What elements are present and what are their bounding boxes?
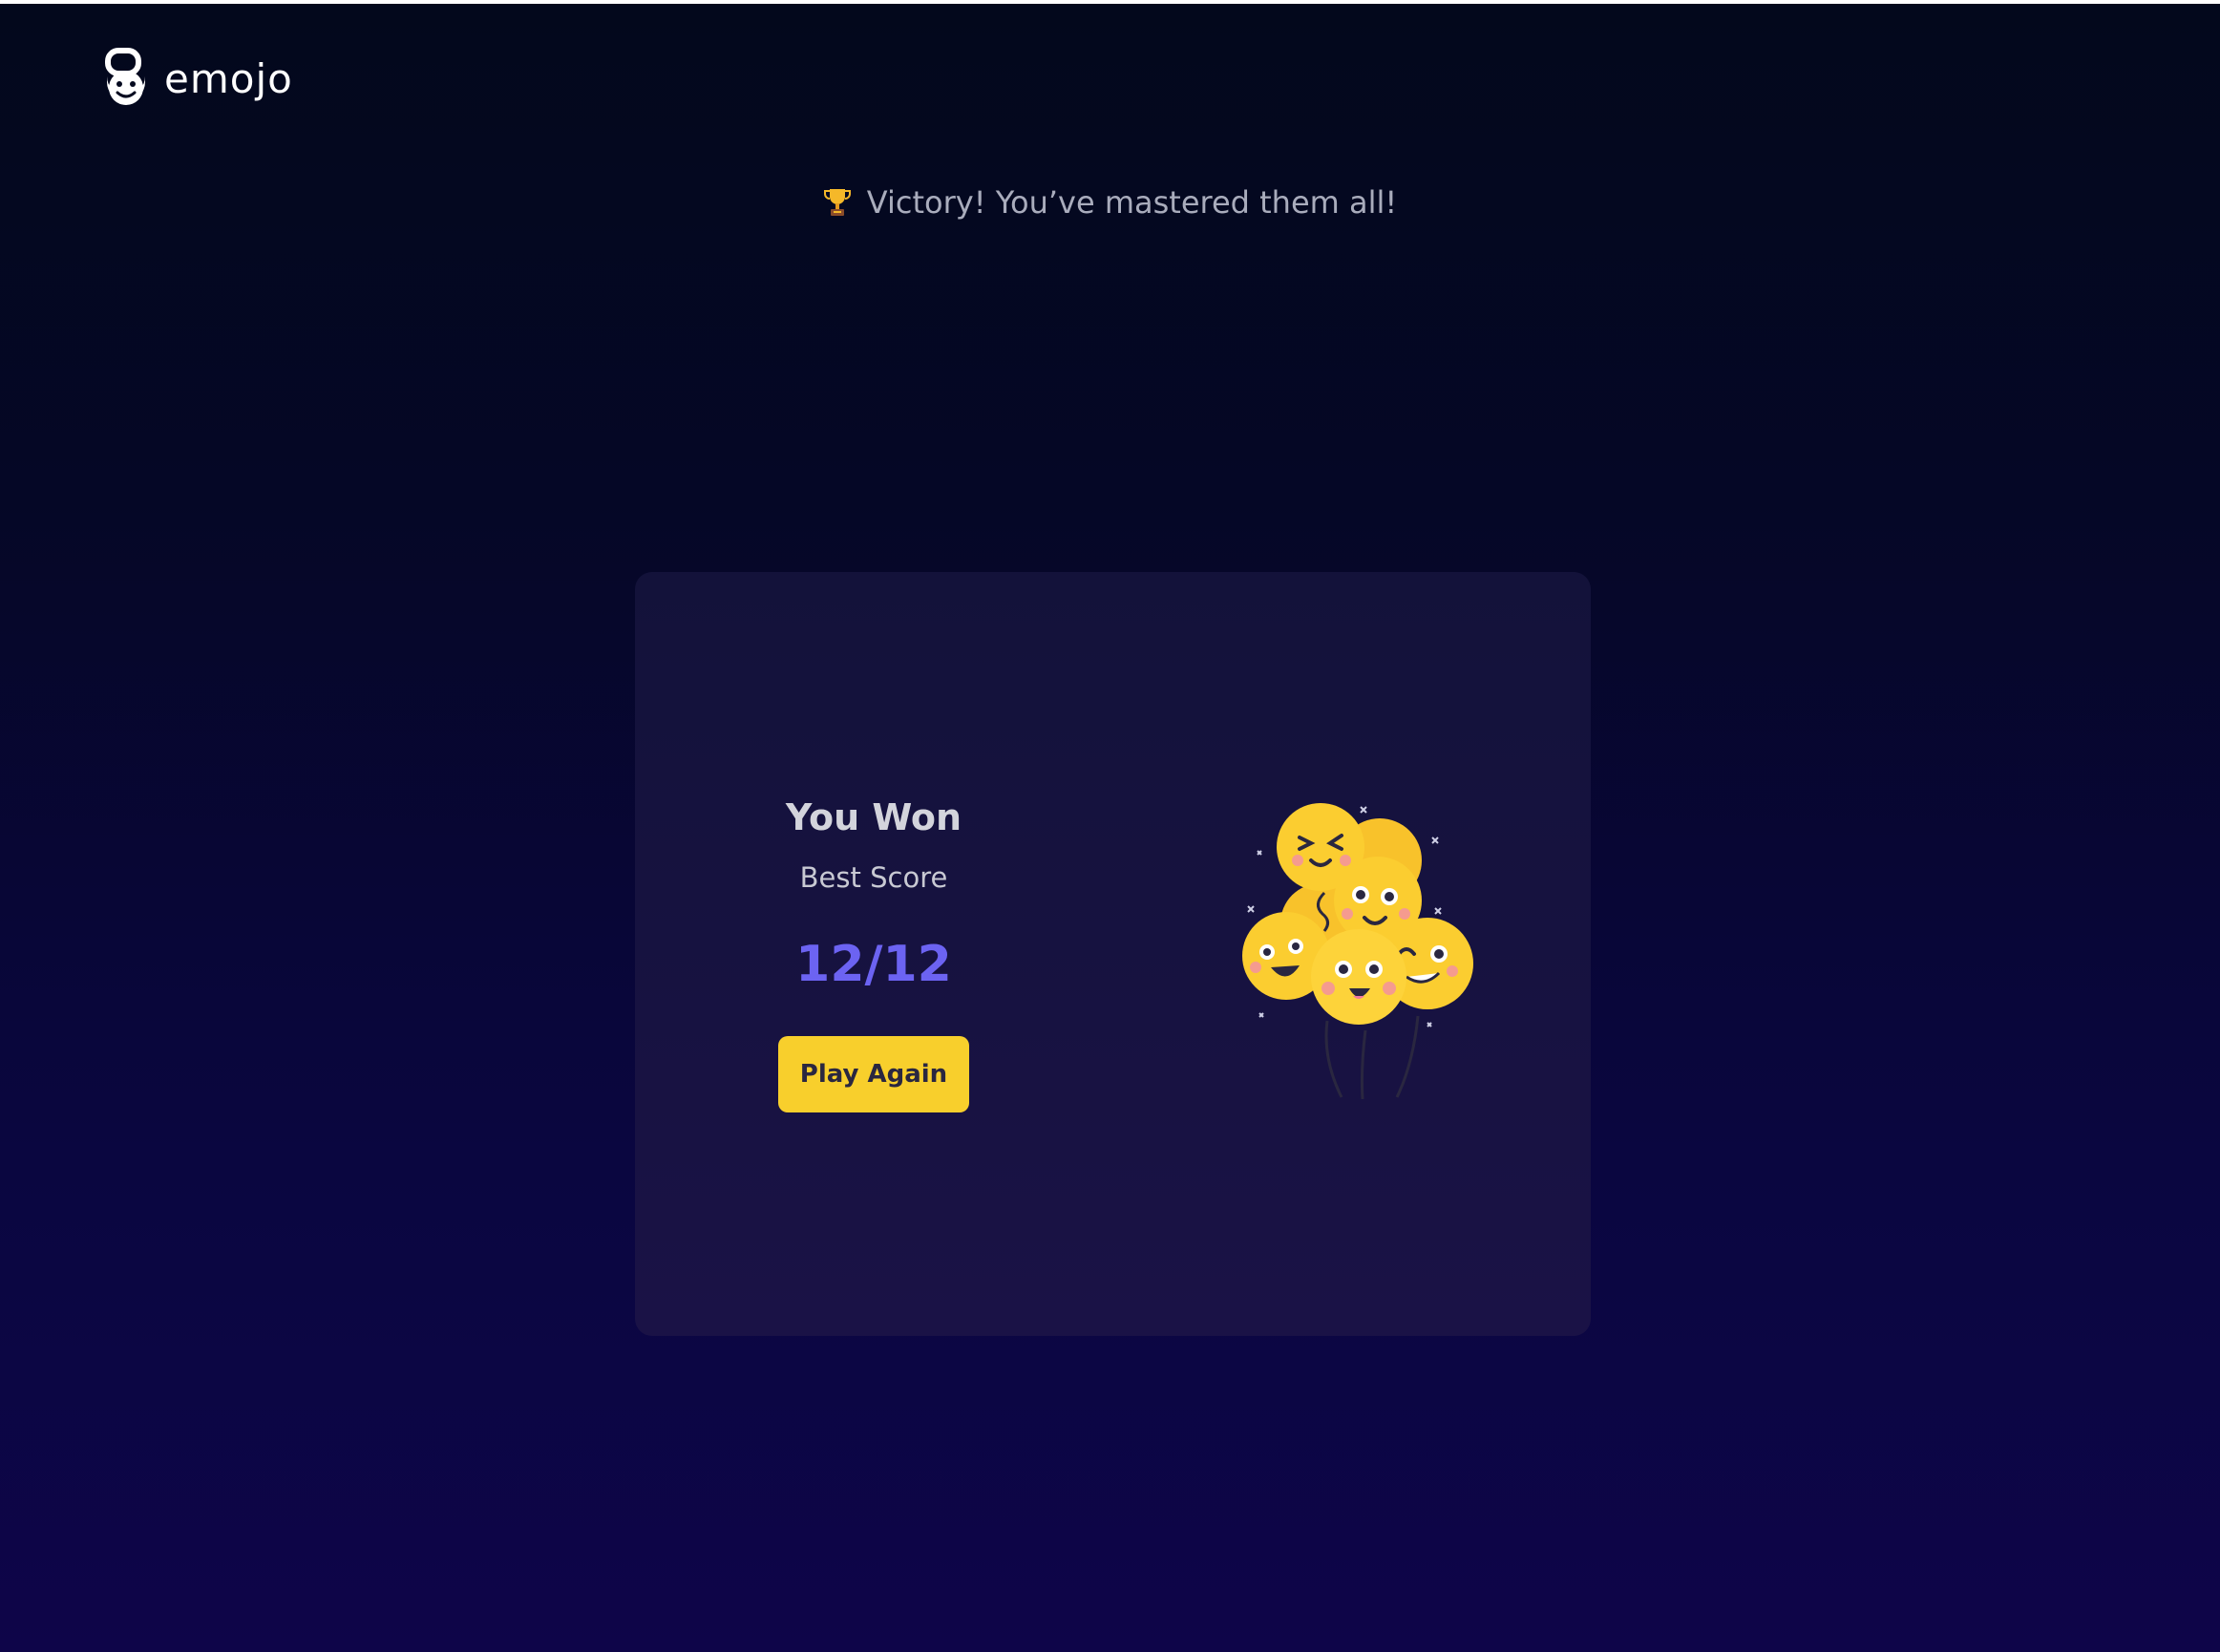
balloon-string	[1324, 1020, 1343, 1098]
result-card: You Won Best Score 12/12 Play Again	[635, 572, 1591, 1336]
emoji-balloons-illustration	[1242, 803, 1473, 1100]
emojo-logo-icon	[105, 48, 145, 105]
victory-message: Victory! You’ve mastered them all!	[866, 184, 1398, 221]
balloon-string	[1360, 1029, 1367, 1100]
trophy-icon	[823, 189, 851, 216]
window-top-border	[0, 0, 2220, 4]
result-title: You Won	[785, 796, 962, 838]
best-score-label: Best Score	[799, 861, 948, 894]
victory-banner: Victory! You’ve mastered them all!	[0, 184, 2220, 221]
balloon-string	[1395, 1015, 1420, 1098]
app-logo[interactable]: emojo	[101, 48, 293, 109]
logo-text: emojo	[164, 54, 293, 102]
best-score-value: 12/12	[795, 936, 952, 993]
emoji-balloon-happy	[1311, 929, 1406, 1025]
play-again-button[interactable]: Play Again	[778, 1036, 969, 1112]
